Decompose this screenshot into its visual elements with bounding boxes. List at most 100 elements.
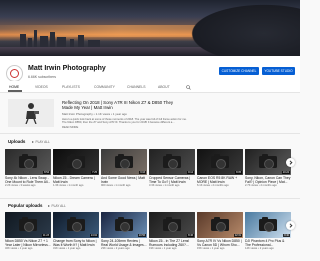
video-title[interactable]: Nikon Z6 - Dream Camera | Matt Irwin	[53, 176, 99, 184]
featured-video-thumbnail[interactable]	[8, 99, 54, 127]
video-title[interactable]: Nikon D850 Vs Nikon Z7 + 1 Year Later | …	[5, 239, 51, 247]
video-title[interactable]: Sony, Nikon, Canon Can They Fail? | Opin…	[245, 176, 291, 184]
upload-video-card[interactable]: 7:25 Nikon Z6 - Dream Camera | Matt Irwin…	[53, 149, 99, 187]
search-icon[interactable]	[186, 85, 191, 90]
popular-video-card[interactable]: 8:46 Nikon Z6 - In The Z7 Lens! Rumours I…	[149, 212, 195, 250]
banner-rocks	[180, 0, 300, 56]
logo-ring-icon	[10, 69, 19, 78]
tab-about[interactable]: ABOUT	[158, 85, 170, 89]
video-title[interactable]: Sony 4k Nikon - Lens Swap - One Mount to…	[5, 176, 51, 184]
upload-video-card[interactable]: 10:22 Sony, Nikon, Canon Can They Fail? |…	[245, 149, 291, 187]
video-title[interactable]: Sony A7R IV Vs Nikon D850 | Vs Canon 5D …	[197, 239, 243, 247]
read-more-link[interactable]: READ MORE	[62, 126, 78, 129]
banner-building	[20, 34, 26, 48]
video-thumbnail[interactable]: 10:22	[245, 149, 291, 175]
featured-video-meta: Matt Irwin Photography • 1.1K views • 1 …	[62, 112, 127, 116]
video-age: 1 month ago	[115, 184, 131, 188]
camera-icon	[259, 154, 277, 169]
upload-video-card[interactable]: 8:54 Sony 4k Nikon - Lens Swap - One Moun…	[5, 149, 51, 187]
video-meta: 23K views • 2 years ago	[101, 247, 147, 250]
tab-playlists[interactable]: PLAYLISTS	[62, 85, 80, 89]
popular-next-arrow-button[interactable]	[286, 221, 295, 230]
popular-video-card[interactable]: 9:40 DJI Phantom 4 Pro Plus & The Profess…	[245, 212, 291, 250]
popular-section-title[interactable]: Popular uploads	[8, 203, 42, 208]
tab-videos[interactable]: VIDEOS	[35, 85, 48, 89]
video-thumbnail[interactable]: 9:40	[245, 212, 291, 238]
video-thumbnail[interactable]: 10:56	[101, 212, 147, 238]
video-meta: 14K views • 2 years ago	[245, 247, 291, 250]
uploads-play-all-button[interactable]: PLAY ALL	[32, 140, 50, 144]
section-divider	[0, 198, 300, 199]
camera-icon	[211, 154, 229, 169]
video-views: 15K views	[197, 247, 210, 251]
video-duration: 9:40	[283, 233, 290, 237]
video-title[interactable]: Canon EOS R5 8K RAW + MORE | Matt Irwin	[197, 176, 243, 184]
video-thumbnail[interactable]: 9:12	[149, 149, 195, 175]
video-thumbnail[interactable]: 3:16	[101, 149, 147, 175]
video-title[interactable]: Nikon Z6 - In The Z7 Lens! Rumours Inclu…	[149, 239, 195, 247]
camera-icon	[67, 217, 85, 232]
video-meta: 1.3K views • 1 month ago	[53, 184, 99, 187]
video-thumbnail[interactable]: 12:31	[197, 212, 243, 238]
video-views: 23K views	[101, 247, 114, 251]
youtube-channel-page: { "channel": { "name": "Matt Irwin Photo…	[0, 0, 300, 261]
chevron-right-icon	[288, 160, 292, 165]
video-title[interactable]: Sony 24-105mm Review | Real World Usage …	[101, 239, 147, 247]
video-title[interactable]: Cropped Sensor Cameras | Time To Go? | M…	[149, 176, 195, 184]
play-all-label: PLAY ALL	[51, 204, 66, 208]
video-title[interactable]: Change from Sony to Nikon | Was It Worth…	[53, 239, 99, 247]
video-views: 2.7K views	[245, 184, 258, 188]
tab-home[interactable]: HOME	[9, 85, 19, 89]
video-meta: 31K views • 1 year ago	[53, 247, 99, 250]
video-thumbnail[interactable]: 8:54	[5, 149, 51, 175]
channel-avatar[interactable]	[6, 65, 23, 82]
popular-video-card[interactable]: 11:23 Nikon D850 Vs Nikon Z7 + 1 Year Lat…	[5, 212, 51, 250]
video-views: 14K views	[245, 247, 258, 251]
video-age: 2 months ago	[260, 184, 277, 188]
camera-icon	[115, 154, 133, 169]
video-thumbnail[interactable]: 8:05	[197, 149, 243, 175]
video-views: 6.1K views	[197, 184, 210, 188]
video-title[interactable]: And Some Good News | Matt Irwin	[101, 176, 147, 184]
featured-video-title[interactable]: Reflecting On 2018 | Sony A7R III Nikon …	[62, 100, 182, 111]
subscriber-count: 6.66K subscribers	[28, 75, 57, 79]
upload-video-card[interactable]: 8:05 Canon EOS R5 8K RAW + MORE | Matt Ir…	[197, 149, 243, 187]
video-views: 900 views	[101, 184, 113, 188]
channel-tabs: HOME VIDEOS PLAYLISTS COMMUNITY CHANNELS…	[0, 81, 300, 93]
banner-building	[50, 32, 55, 48]
customize-channel-button[interactable]: CUSTOMIZE CHANNEL	[219, 67, 259, 75]
youtube-studio-button[interactable]: YOUTUBE STUDIO	[262, 67, 295, 75]
popular-video-card[interactable]: 12:31 Sony A7R IV Vs Nikon D850 | Vs Cano…	[197, 212, 243, 250]
camera-icon	[163, 217, 181, 232]
video-meta: 3.3K views • 1 month ago	[149, 184, 195, 187]
video-views: 19K views	[149, 247, 162, 251]
popular-play-all-button[interactable]: PLAY ALL	[48, 204, 66, 208]
video-thumbnail[interactable]: 11:23	[5, 212, 51, 238]
video-thumbnail[interactable]: 7:25	[53, 149, 99, 175]
tab-community[interactable]: COMMUNITY	[94, 85, 115, 89]
upload-video-card[interactable]: 9:12 Cropped Sensor Cameras | Time To Go?…	[149, 149, 195, 187]
video-age: 1 year ago	[211, 247, 225, 251]
popular-video-card[interactable]: 14:02 Change from Sony to Nikon | Was It …	[53, 212, 99, 250]
video-duration: 14:02	[89, 233, 98, 237]
video-duration: 10:22	[281, 170, 290, 174]
popular-video-card[interactable]: 10:56 Sony 24-105mm Review | Real World U…	[101, 212, 147, 250]
uploads-next-arrow-button[interactable]	[286, 158, 295, 167]
video-title[interactable]: DJI Phantom 4 Pro Plus & The Professiona…	[245, 239, 291, 247]
camera-icon	[211, 217, 229, 232]
tab-channels[interactable]: CHANNELS	[127, 85, 145, 89]
video-thumbnail[interactable]: 14:02	[53, 212, 99, 238]
video-duration: 8:54	[43, 170, 50, 174]
video-duration: 8:46	[187, 233, 194, 237]
video-views: 31K views	[53, 247, 66, 251]
video-thumbnail[interactable]: 8:46	[149, 212, 195, 238]
video-views: 2.2K views	[5, 184, 18, 188]
play-icon	[48, 205, 50, 208]
video-duration: 7:25	[91, 170, 98, 174]
uploads-section-title[interactable]: Uploads	[8, 139, 25, 144]
channel-name: Matt Irwin Photography	[28, 65, 106, 72]
active-tab-indicator	[8, 90, 22, 92]
video-duration: 8:05	[235, 170, 242, 174]
upload-video-card[interactable]: 3:16 And Some Good News | Matt Irwin 900 v…	[101, 149, 147, 187]
photographer-silhouette-icon	[25, 103, 39, 124]
